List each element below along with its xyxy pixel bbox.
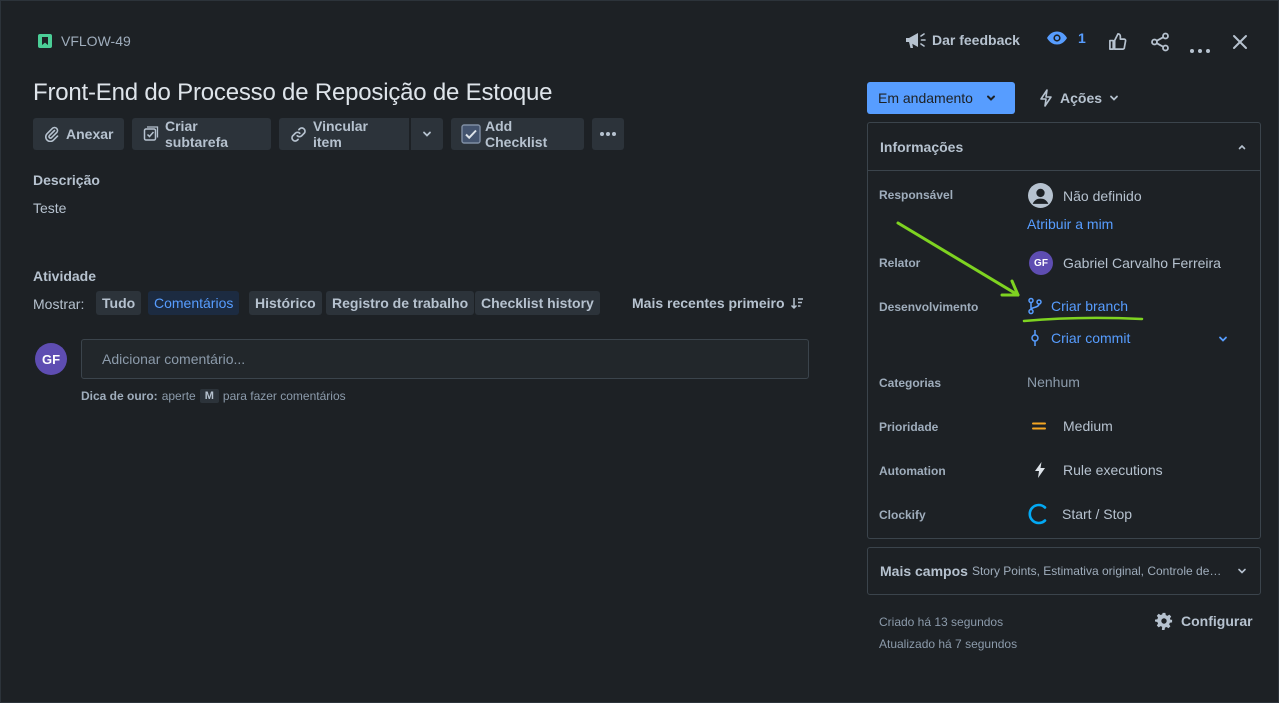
comment-input[interactable]: Adicionar comentário... xyxy=(81,339,809,379)
more-icon xyxy=(1190,49,1210,53)
attach-label: Anexar xyxy=(66,126,114,142)
automation-field[interactable]: Rule executions xyxy=(1035,462,1163,478)
issue-key-breadcrumb[interactable]: VFLOW-49 xyxy=(38,33,131,49)
development-expand[interactable] xyxy=(1217,332,1229,350)
priority-medium-icon xyxy=(1032,422,1046,430)
story-type-icon xyxy=(38,34,52,48)
create-commit-link[interactable]: Criar commit xyxy=(1029,329,1130,347)
watchers-count: 1 xyxy=(1078,30,1086,46)
created-timestamp: Criado há 13 segundos xyxy=(879,615,1004,629)
close-button[interactable] xyxy=(1232,34,1248,55)
sort-label: Mais recentes primeiro xyxy=(632,295,785,311)
megaphone-icon xyxy=(906,33,926,48)
info-panel-title: Informações xyxy=(880,138,964,155)
subtask-icon xyxy=(143,126,159,141)
thumbs-up-icon xyxy=(1109,33,1127,50)
sort-icon xyxy=(790,298,803,310)
chevron-down-icon xyxy=(1219,336,1227,342)
tip-post: para fazer comentários xyxy=(222,389,346,403)
categories-value[interactable]: Nenhum xyxy=(1027,374,1080,390)
create-commit-label: Criar commit xyxy=(1051,330,1131,346)
automation-value: Rule executions xyxy=(1063,462,1163,478)
like-button[interactable] xyxy=(1108,32,1127,56)
share-button[interactable] xyxy=(1150,32,1170,57)
more-options-button[interactable] xyxy=(1190,40,1210,58)
link-icon xyxy=(291,126,306,142)
create-subtask-button[interactable]: Criar subtarefa xyxy=(132,118,271,150)
eye-icon xyxy=(1047,31,1067,45)
issue-title[interactable]: Front-End do Processo de Reposição de Es… xyxy=(33,79,553,107)
add-checklist-button[interactable]: Add Checklist xyxy=(451,118,584,150)
description-text[interactable]: Teste xyxy=(33,200,66,216)
sort-button[interactable]: Mais recentes primeiro xyxy=(632,295,804,311)
priority-label: Prioridade xyxy=(879,420,939,434)
more-fields-section[interactable]: Mais campos Story Points, Estimativa ori… xyxy=(867,547,1261,595)
current-user-avatar[interactable]: GF xyxy=(35,343,67,375)
lightning-bolt-icon xyxy=(1035,462,1045,478)
unassigned-avatar-icon xyxy=(1028,183,1053,208)
filter-comments[interactable]: Comentários xyxy=(148,291,240,315)
actions-label: Ações xyxy=(1060,90,1103,106)
attach-button[interactable]: Anexar xyxy=(33,118,124,150)
clockify-icon xyxy=(1028,503,1047,525)
priority-value: Medium xyxy=(1063,418,1113,434)
chevron-down-icon xyxy=(423,131,431,137)
more-actions-button[interactable] xyxy=(592,118,624,150)
configure-label: Configurar xyxy=(1181,613,1253,629)
commit-icon xyxy=(1031,330,1039,346)
more-icon xyxy=(600,132,616,136)
assignee-field[interactable]: Não definido xyxy=(1028,183,1142,208)
chevron-down-icon xyxy=(1110,95,1118,101)
create-subtask-label: Criar subtarefa xyxy=(165,118,229,150)
filter-checklist-history[interactable]: Checklist history xyxy=(475,291,600,315)
tip-key: M xyxy=(199,389,219,403)
filter-history[interactable]: Histórico xyxy=(249,291,322,315)
tip-pre: aperte xyxy=(161,389,196,403)
share-icon xyxy=(1151,32,1169,52)
gear-icon xyxy=(1155,612,1173,630)
info-panel-header[interactable]: Informações xyxy=(868,123,1260,171)
checklist-icon xyxy=(461,124,481,144)
updated-timestamp: Atualizado há 7 segundos xyxy=(879,637,1018,651)
filter-all[interactable]: Tudo xyxy=(96,291,142,315)
link-item-label: Vincular item xyxy=(313,118,368,150)
status-dropdown[interactable]: Em andamento xyxy=(867,82,1015,114)
link-item-dropdown[interactable] xyxy=(411,118,443,150)
categories-label: Categorias xyxy=(879,376,942,390)
pro-tip: Dica de ouro: aperte M para fazer coment… xyxy=(81,389,346,403)
annotation-arrow xyxy=(896,221,1144,323)
description-label: Descrição xyxy=(33,172,100,188)
more-fields-title: Mais campos xyxy=(880,563,968,579)
configure-button[interactable]: Configurar xyxy=(1155,612,1253,630)
status-label: Em andamento xyxy=(878,90,973,106)
chevron-down-icon xyxy=(986,95,995,101)
assignee-label: Responsável xyxy=(879,188,954,202)
assignee-value: Não definido xyxy=(1063,187,1142,204)
feedback-label: Dar feedback xyxy=(932,32,1020,48)
lightning-icon xyxy=(1040,89,1052,107)
issue-key[interactable]: VFLOW-49 xyxy=(61,33,131,49)
watchers-button[interactable]: 1 xyxy=(1046,30,1086,46)
more-fields-subtitle: Story Points, Estimativa original, Contr… xyxy=(971,564,1224,578)
link-item-button[interactable]: Vincular item xyxy=(279,118,409,150)
add-checklist-label: Add Checklist xyxy=(485,118,548,150)
tip-bold: Dica de ouro: xyxy=(81,389,158,403)
feedback-button[interactable]: Dar feedback xyxy=(904,30,1020,50)
clockify-label: Clockify xyxy=(879,508,926,522)
automation-label: Automation xyxy=(879,464,946,478)
show-label: Mostrar: xyxy=(33,296,85,312)
paperclip-icon xyxy=(44,126,59,142)
chevron-up-icon xyxy=(1238,144,1246,149)
chevron-down-icon xyxy=(1238,568,1246,574)
comment-placeholder: Adicionar comentário... xyxy=(102,351,246,367)
actions-dropdown[interactable]: Ações xyxy=(1038,82,1120,114)
filter-worklog[interactable]: Registro de trabalho xyxy=(326,291,475,315)
priority-field[interactable]: Medium xyxy=(1032,418,1113,434)
close-icon xyxy=(1233,35,1247,49)
clockify-field[interactable]: Start / Stop xyxy=(1028,502,1132,526)
activity-label: Atividade xyxy=(33,268,97,284)
clockify-value: Start / Stop xyxy=(1062,506,1133,522)
